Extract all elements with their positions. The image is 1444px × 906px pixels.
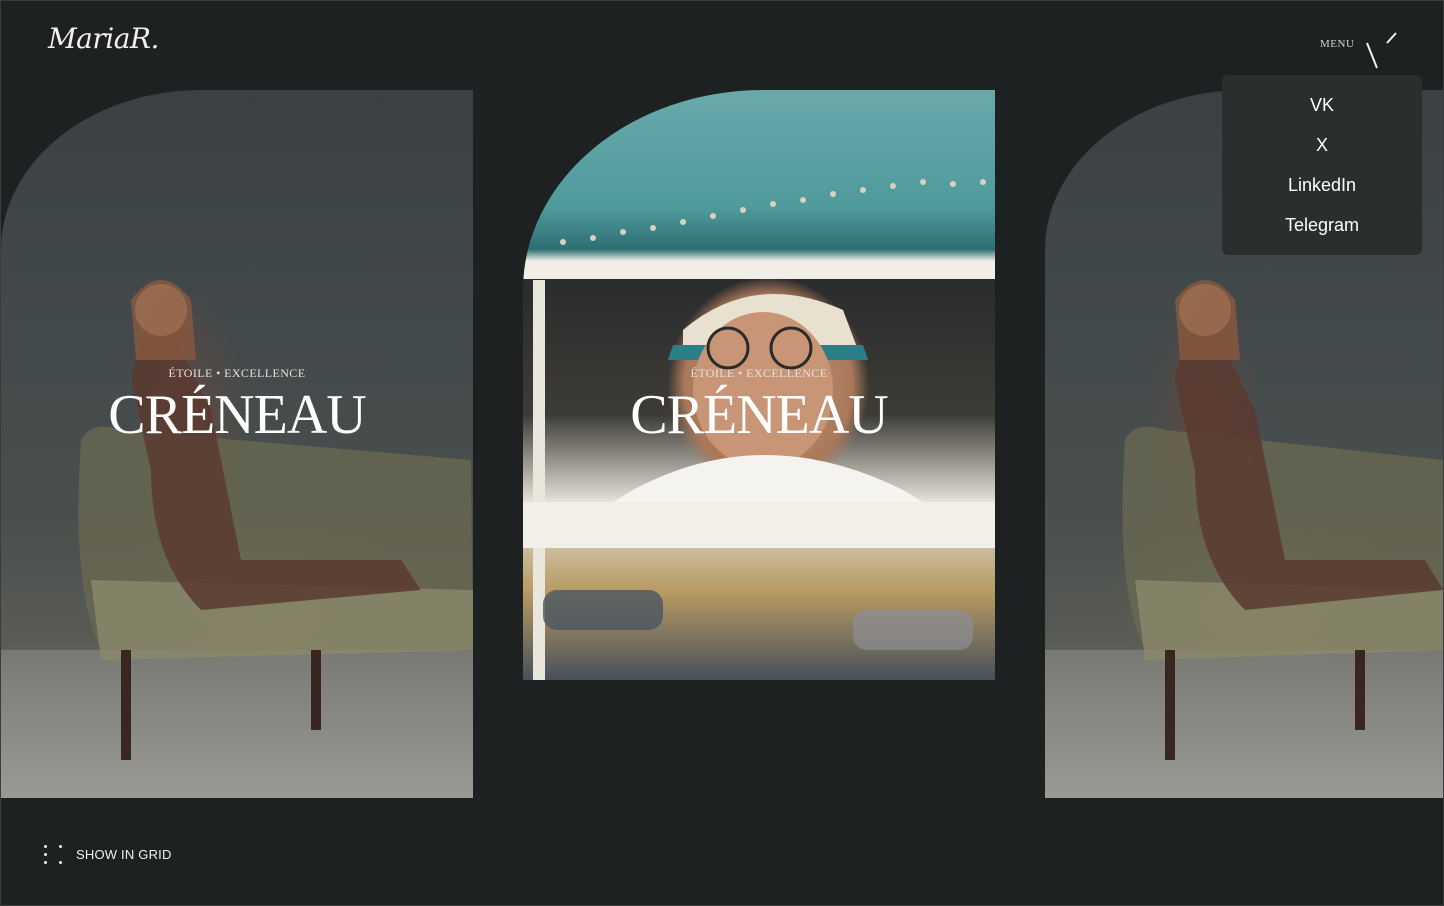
social-menu-dropdown: VK X LinkedIn Telegram — [1222, 75, 1422, 255]
slide-kicker: ÉTOILE • EXCELLENCE — [690, 366, 828, 380]
slide-kicker: ÉTOILE • EXCELLENCE — [168, 366, 306, 380]
slide-left[interactable]: ÉTOILE • EXCELLENCE CRÉNEAU — [1, 90, 473, 798]
menu-item-vk[interactable]: VK — [1310, 85, 1334, 125]
show-in-grid-label: SHOW IN GRID — [76, 846, 172, 862]
grid-dots-icon — [42, 843, 62, 865]
menu-close-icon[interactable] — [1364, 30, 1400, 72]
menu-item-linkedin[interactable]: LinkedIn — [1288, 165, 1356, 205]
menu-item-x[interactable]: X — [1316, 125, 1328, 165]
show-in-grid-button[interactable]: SHOW IN GRID — [42, 843, 172, 865]
menu-label[interactable]: MENU — [1320, 38, 1354, 50]
slide-center[interactable]: ÉTOILE • EXCELLENCE CRÉNEAU — [523, 90, 995, 680]
slide-title[interactable]: CRÉNEAU — [1, 387, 473, 443]
slide-title[interactable]: CRÉNEAU — [523, 387, 995, 443]
menu-item-telegram[interactable]: Telegram — [1285, 205, 1359, 245]
site-logo[interactable]: MariaR. — [48, 22, 159, 55]
page: MariaR. MENU ÉTOILE • EXCELLENCE CRÉNEAU — [0, 0, 1444, 906]
